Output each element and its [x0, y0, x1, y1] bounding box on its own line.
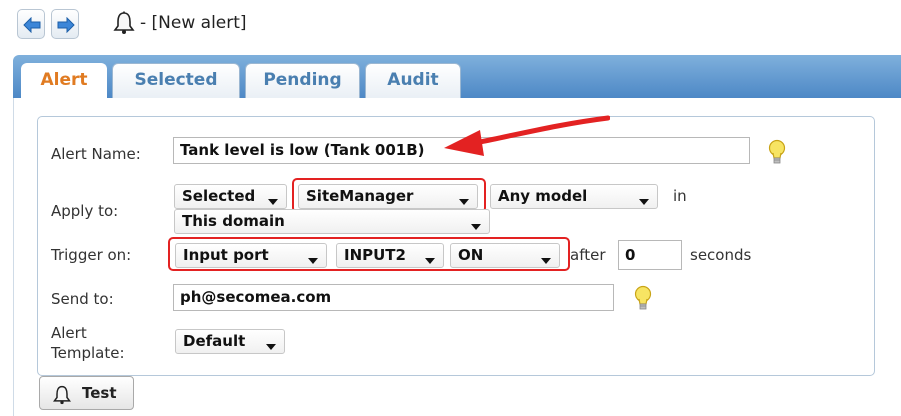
model-select[interactable]: Any model [490, 184, 658, 209]
tab-pending[interactable]: Pending [245, 63, 360, 99]
forward-button[interactable] [51, 9, 79, 39]
domain-value: This domain [182, 212, 285, 230]
alert-name-label: Alert Name: [51, 145, 141, 163]
chevron-down-icon [471, 224, 481, 230]
tab-strip: Alert Selected Pending Audit [13, 55, 901, 100]
apply-to-label: Apply to: [51, 202, 119, 220]
in-label: in [673, 187, 687, 205]
back-arrow-icon [23, 17, 41, 33]
chevron-down-icon [266, 344, 276, 350]
tab-alert[interactable]: Alert [21, 63, 107, 100]
lightbulb-icon [634, 285, 652, 310]
send-to-input[interactable]: ph@secomea.com [173, 284, 614, 311]
template-value: Default [183, 332, 246, 350]
template-select[interactable]: Default [175, 329, 285, 354]
after-label: after [570, 246, 606, 264]
trigger-on-label: Trigger on: [51, 246, 132, 264]
test-button-label: Test [82, 384, 117, 402]
send-to-label: Send to: [51, 290, 114, 308]
domain-select[interactable]: This domain [174, 209, 490, 234]
device-highlight-box [292, 178, 486, 213]
chevron-down-icon [639, 199, 649, 205]
window-title: - [New alert] [140, 13, 247, 33]
chevron-down-icon [268, 199, 278, 205]
annotation-arrow [444, 115, 610, 156]
tab-selected[interactable]: Selected [112, 63, 240, 99]
bell-icon [53, 385, 71, 405]
delay-seconds-input[interactable]: 0 [618, 240, 682, 270]
apply-to-selection-value: Selected [182, 187, 256, 205]
apply-to-selection-select[interactable]: Selected [174, 184, 287, 209]
template-label-line1: Alert [51, 324, 87, 342]
model-value: Any model [498, 187, 588, 205]
bell-icon [113, 11, 135, 34]
trigger-highlight-box [168, 237, 570, 271]
test-button[interactable]: Test [39, 376, 134, 410]
template-label-line2: Template: [51, 344, 125, 362]
forward-arrow-icon [57, 17, 75, 33]
back-button[interactable] [17, 9, 45, 39]
tab-audit[interactable]: Audit [365, 63, 461, 99]
seconds-label: seconds [690, 246, 752, 264]
lightbulb-icon [768, 139, 786, 164]
